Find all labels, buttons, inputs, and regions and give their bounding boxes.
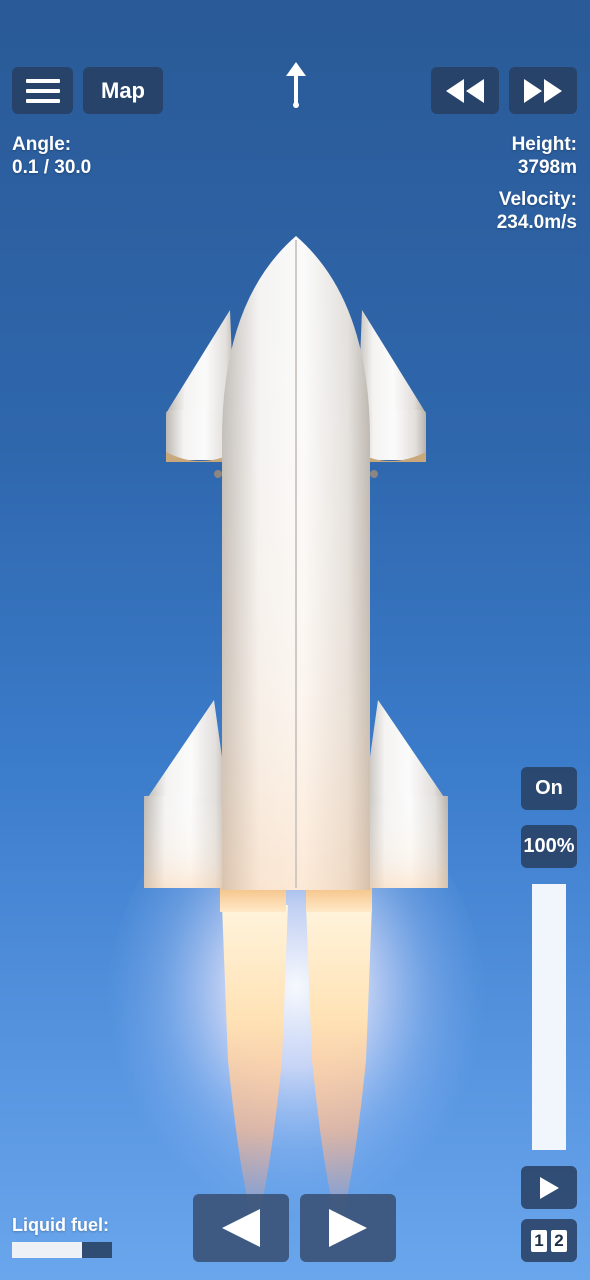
height-label: Height: bbox=[511, 134, 577, 155]
hamburger-icon bbox=[25, 78, 60, 103]
throttle-readout: 100% bbox=[521, 825, 577, 868]
angle-value: 0.1 / 30.0 bbox=[12, 157, 92, 178]
stage-selector-button[interactable]: 1 2 bbox=[521, 1219, 577, 1262]
stage-button[interactable] bbox=[521, 1166, 577, 1209]
stage-number-2: 2 bbox=[551, 1229, 567, 1252]
triangle-right-icon bbox=[329, 1209, 367, 1247]
rotate-right-button[interactable] bbox=[300, 1194, 396, 1262]
height-readout: Height: 3798m bbox=[512, 133, 577, 179]
throttle-fill bbox=[532, 884, 566, 1150]
nozzle-right bbox=[306, 888, 372, 912]
rotate-left-button[interactable] bbox=[193, 1194, 289, 1262]
fuel-fill bbox=[12, 1242, 82, 1258]
velocity-readout: Velocity: 234.0m/s bbox=[497, 188, 577, 234]
menu-button[interactable] bbox=[12, 67, 73, 114]
fuel-label: Liquid fuel: bbox=[12, 1215, 109, 1235]
velocity-label: Velocity: bbox=[498, 189, 577, 210]
velocity-value: 234.0m/s bbox=[496, 212, 577, 233]
fast-forward-icon bbox=[524, 78, 562, 103]
stage-number-1: 1 bbox=[531, 1229, 547, 1252]
play-icon bbox=[540, 1176, 559, 1199]
map-button[interactable]: Map bbox=[83, 67, 163, 114]
throttle-label: 100% bbox=[523, 835, 575, 857]
map-label: Map bbox=[101, 77, 145, 103]
up-arrow-icon bbox=[286, 62, 306, 108]
nozzle-left bbox=[220, 888, 286, 912]
rewind-icon bbox=[446, 78, 484, 103]
engine-toggle-label: On bbox=[535, 777, 563, 799]
throttle-slider[interactable] bbox=[532, 884, 566, 1150]
angle-label: Angle: bbox=[12, 134, 72, 155]
fuel-gauge bbox=[12, 1242, 112, 1258]
rocket-body bbox=[222, 236, 370, 890]
engine-toggle-button[interactable]: On bbox=[521, 767, 577, 810]
rewind-button[interactable] bbox=[431, 67, 499, 114]
angle-readout: Angle: 0.1 / 30.0 bbox=[12, 133, 91, 179]
fast-forward-button[interactable] bbox=[509, 67, 577, 114]
triangle-left-icon bbox=[222, 1209, 260, 1247]
height-value: 3798m bbox=[517, 157, 577, 178]
